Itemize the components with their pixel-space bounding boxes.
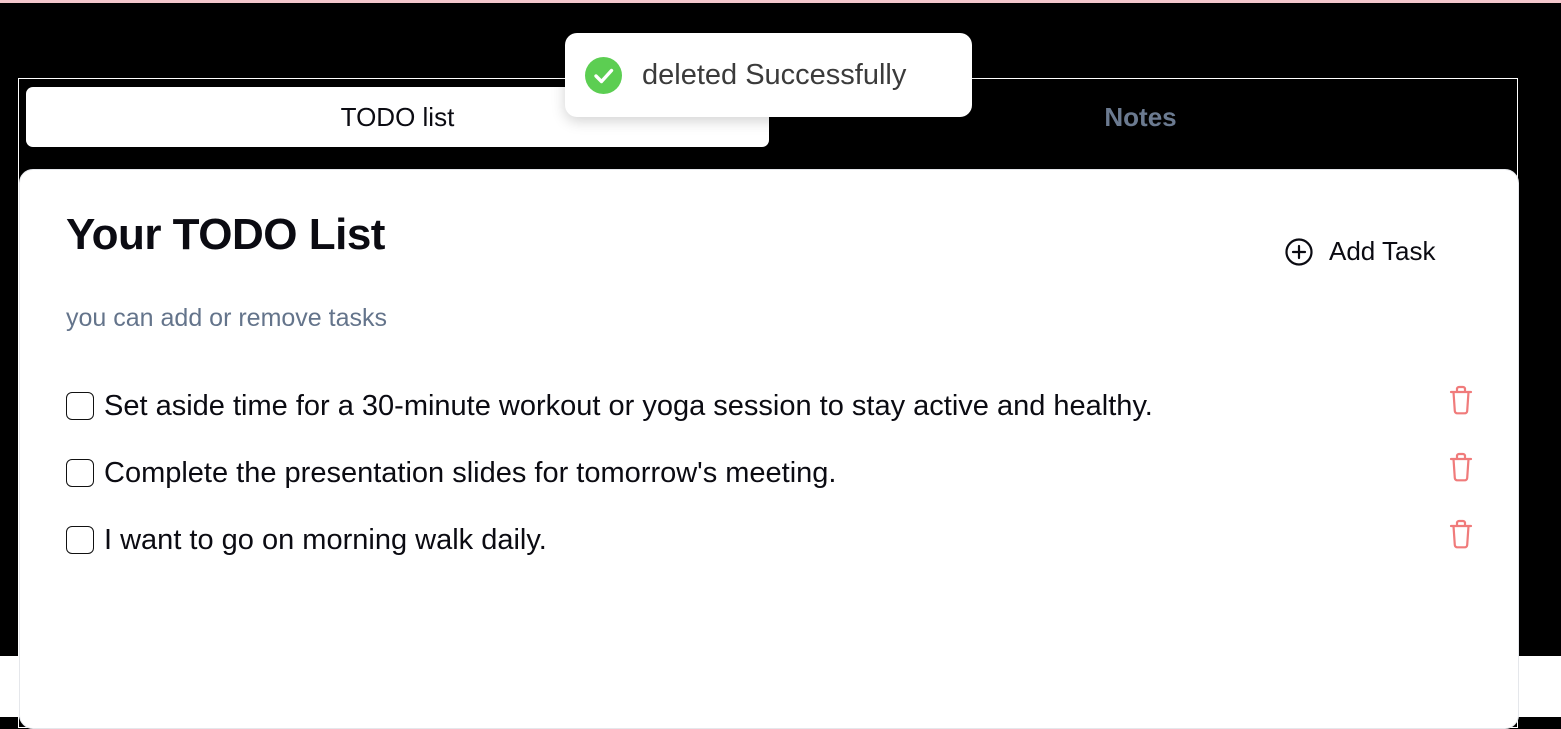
page-title: Your TODO List xyxy=(66,210,385,259)
task-checkbox[interactable] xyxy=(66,392,94,420)
task-item: I want to go on morning walk daily. xyxy=(66,519,1486,564)
trash-icon[interactable] xyxy=(1446,451,1476,483)
task-item: Set aside time for a 30-minute workout o… xyxy=(66,385,1486,430)
task-text: Set aside time for a 30-minute workout o… xyxy=(104,390,1153,422)
task-checkbox[interactable] xyxy=(66,459,94,487)
add-task-button[interactable]: Add Task xyxy=(1284,236,1435,267)
task-text: Complete the presentation slides for tom… xyxy=(104,457,837,489)
add-task-label: Add Task xyxy=(1329,236,1436,266)
plus-circle-icon xyxy=(1284,237,1314,267)
task-checkbox[interactable] xyxy=(66,526,94,554)
top-accent-bar xyxy=(0,0,1561,3)
toast-message: deleted Successfully xyxy=(642,58,907,91)
check-circle-icon xyxy=(585,56,622,94)
trash-icon[interactable] xyxy=(1446,518,1476,550)
toast-notification: deleted Successfully xyxy=(565,33,972,117)
task-text: I want to go on morning walk daily. xyxy=(104,524,547,556)
todo-card: Your TODO List you can add or remove tas… xyxy=(19,169,1519,729)
page-subtitle: you can add or remove tasks xyxy=(66,304,387,332)
task-item: Complete the presentation slides for tom… xyxy=(66,452,1486,497)
trash-icon[interactable] xyxy=(1446,384,1476,416)
